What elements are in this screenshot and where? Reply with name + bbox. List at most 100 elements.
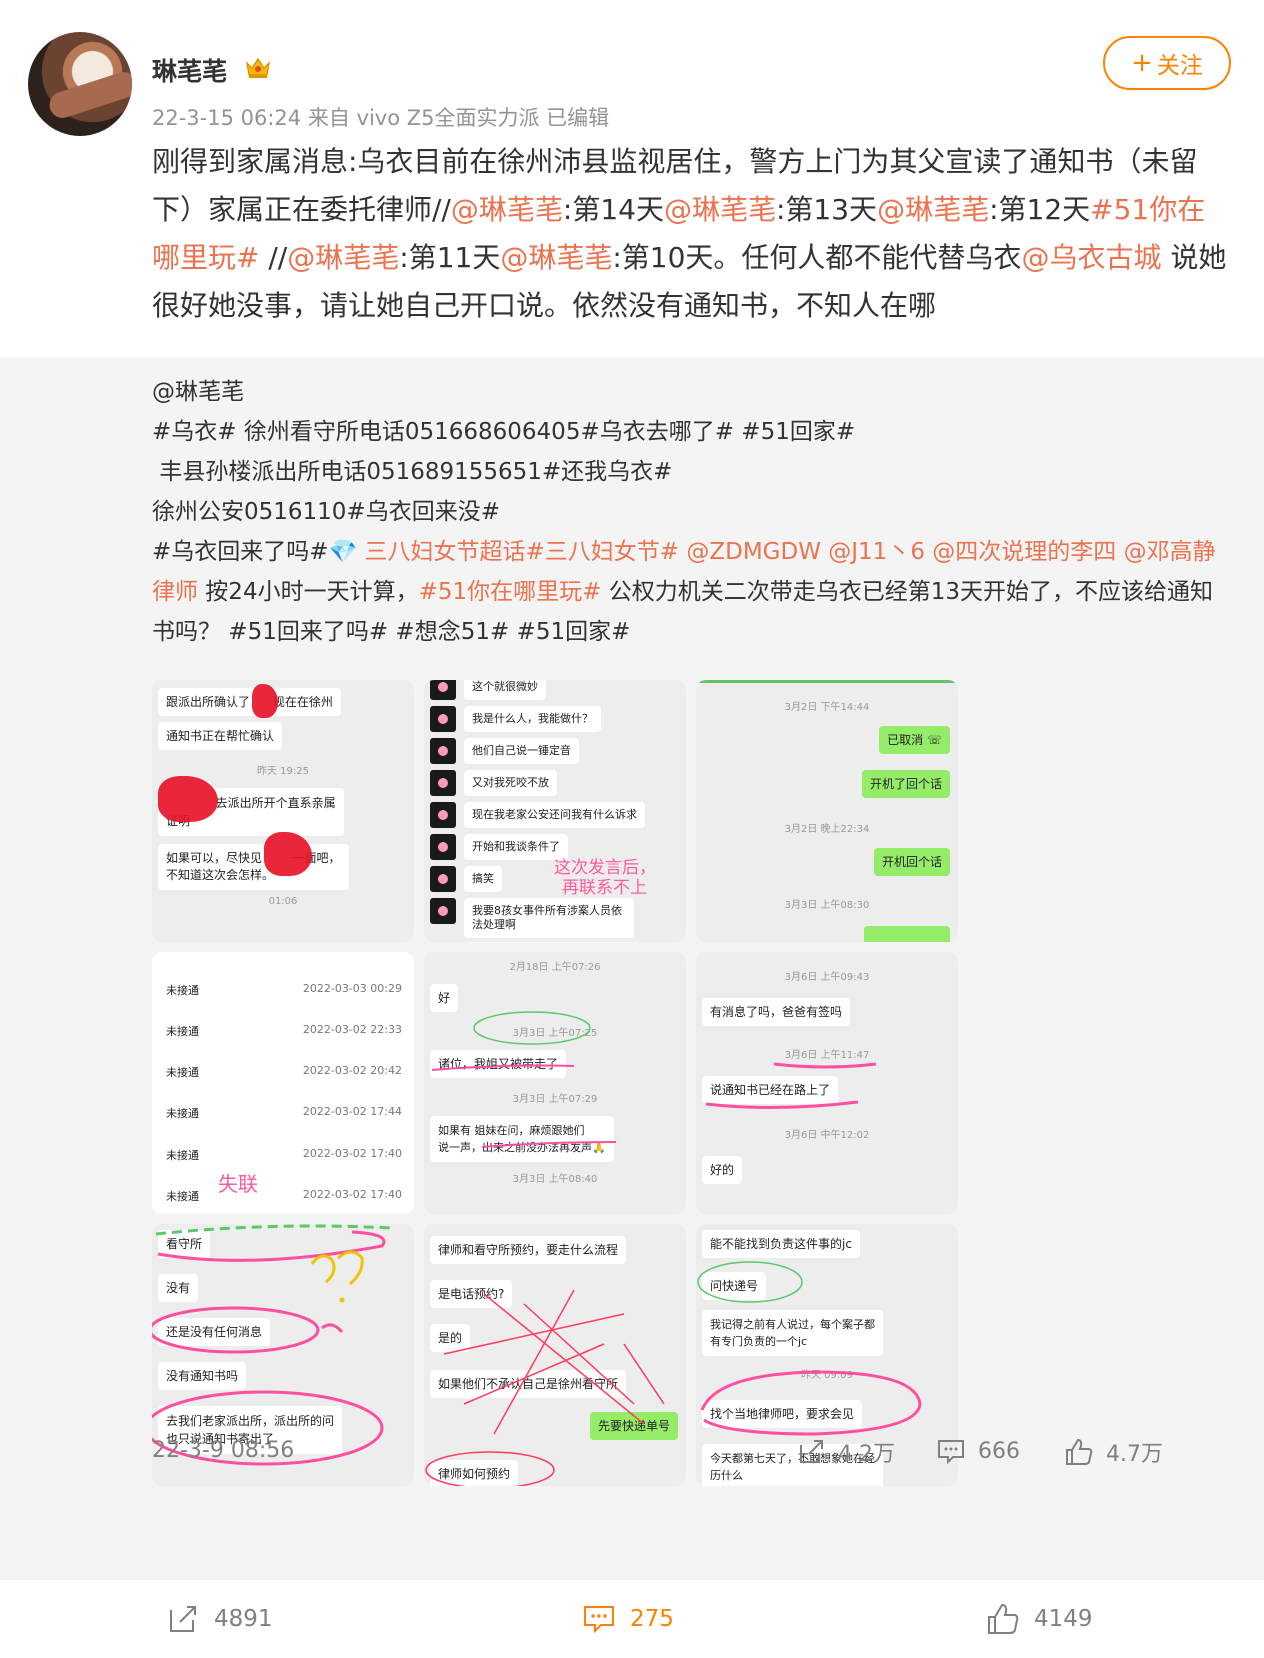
chat-bubble: 好的 bbox=[702, 1156, 743, 1184]
image-thumbnail-5[interactable]: 2月18日 上午07:26 好 3月3日 上午07:25 诸位，我姐又被带走了 … bbox=[424, 952, 686, 1214]
redaction-mark bbox=[158, 776, 218, 822]
chat-bubble: 有消息了吗，爸爸有签吗 bbox=[702, 998, 851, 1026]
chat-bubble: 律师和看守所预约，要走什么流程 bbox=[430, 1236, 627, 1264]
chat-bubble: 如果他们不承认自己是徐州看守所 bbox=[430, 1370, 627, 1398]
call-record-row: 未接通 2022-03-02 17:40 bbox=[166, 1147, 402, 1162]
repost-like-count[interactable]: 4.7万 bbox=[1064, 1436, 1163, 1468]
chat-bubble: 又对我死咬不放 bbox=[464, 770, 557, 796]
avatar bbox=[430, 706, 456, 732]
chat-bubble: 说通知书已经在路上了 bbox=[702, 1076, 839, 1104]
chat-bubble: 这个就很微妙 bbox=[464, 680, 546, 700]
repost-footer: 22-3-9 08:56 4.2万 666 4.7万 bbox=[152, 1430, 1232, 1470]
text-segment: // bbox=[259, 241, 288, 274]
link-mention[interactable]: @J11丶6 bbox=[828, 539, 925, 565]
chat-bubble: 找个当地律师吧，要求会见 bbox=[702, 1400, 863, 1428]
timestamp: 3月2日 晚上22:34 bbox=[784, 824, 870, 835]
comment-icon bbox=[938, 1440, 964, 1465]
chat-bubble: 跟派出所确认了 现在在徐州 bbox=[158, 688, 341, 716]
timestamp: 3月6日 上午11:47 bbox=[784, 1050, 870, 1061]
repost-line-3: 徐州公安0516110#乌衣回来没# bbox=[152, 499, 500, 525]
chat-bubble: 如果有 姐妹在问，麻烦跟她们 说一声，出来之前没办法再发声🙏 bbox=[430, 1116, 614, 1162]
username[interactable]: 琳芼芼 bbox=[152, 52, 227, 88]
chat-bubble: 已取消 ☏ bbox=[879, 726, 950, 754]
avatar bbox=[430, 866, 456, 892]
chat-bubble: 开机了回个话 bbox=[861, 770, 950, 798]
link-mention[interactable]: @四次说理的李四 bbox=[932, 539, 1116, 565]
image-thumbnail-6[interactable]: 3月6日 上午09:43 有消息了吗，爸爸有签吗 3月6日 上午11:47 说通… bbox=[696, 952, 958, 1214]
timestamp: 3月3日 上午08:30 bbox=[784, 900, 870, 911]
call-record-row: 未接通 2022-03-02 17:44 bbox=[166, 1105, 402, 1120]
chat-bubble: 是电话预约? bbox=[430, 1280, 513, 1308]
edited-label: 已编辑 bbox=[546, 106, 610, 130]
repost-author[interactable]: @琳芼芼 bbox=[152, 379, 244, 405]
chat-bubble: 开机回个话 bbox=[873, 848, 950, 876]
call-record-row: 未接通 2022-03-02 20:42 bbox=[166, 1064, 402, 1079]
timestamp: 3月3日 上午07:25 bbox=[512, 1028, 598, 1039]
timestamp: 3月6日 中午12:02 bbox=[784, 1130, 870, 1141]
share-icon bbox=[800, 1440, 823, 1463]
link-mention[interactable]: @琳芼芼 bbox=[451, 193, 563, 226]
repost-time[interactable]: 22-3-9 08:56 bbox=[152, 1438, 294, 1463]
image-thumbnail-1[interactable]: 跟派出所确认了 现在在徐州 通知书正在帮忙确认 昨天 19:25 去派出所开个直… bbox=[152, 680, 414, 942]
link-mention[interactable]: #三八妇女节# bbox=[526, 539, 680, 565]
avatar bbox=[430, 834, 456, 860]
timestamp: 3月6日 上午09:43 bbox=[784, 972, 870, 983]
image-thumbnail-2[interactable]: 这个就很微妙 我是什么人，我能做什？ 他们自己说一锤定音 又对我死咬不放 现在我… bbox=[424, 680, 686, 942]
repost-line-4: #乌衣回来了吗#💎 三八妇女节超话#三八妇女节# @ZDMGDW @J11丶6 … bbox=[152, 532, 1232, 652]
repost-button[interactable]: 4891 bbox=[166, 1602, 273, 1636]
link-mention[interactable]: 💎 三八妇女节超话 bbox=[329, 539, 526, 565]
comment-button[interactable]: 275 bbox=[582, 1602, 674, 1636]
repost-line-1: #乌衣# 徐州看守所电话051668606405#乌衣去哪了# #51回家# bbox=[152, 419, 856, 445]
link-mention[interactable]: @琳芼芼 bbox=[287, 241, 399, 274]
avatar bbox=[430, 680, 456, 700]
link-mention[interactable]: @琳芼芼 bbox=[877, 193, 989, 226]
call-record-row: 未接通 2022-03-02 17:40 bbox=[166, 1188, 402, 1203]
chat-bubble: 没有 bbox=[158, 1274, 199, 1302]
redaction-mark bbox=[264, 832, 312, 876]
post-source: 来自 vivo Z5全面实力派 bbox=[307, 106, 540, 130]
thumbs-up-icon bbox=[988, 1603, 1019, 1634]
post-text: 刚得到家属消息:乌衣目前在徐州沛县监视居住，警方上门为其父宣读了通知书（未留下）… bbox=[152, 138, 1232, 330]
comment-icon bbox=[584, 1606, 614, 1634]
image-grid: 跟派出所确认了 现在在徐州 通知书正在帮忙确认 昨天 19:25 去派出所开个直… bbox=[152, 680, 960, 1492]
image-thumbnail-4[interactable]: 未接通 2022-03-03 00:29 未接通 2022-03-02 22:33 … bbox=[152, 952, 414, 1214]
like-button[interactable]: 4149 bbox=[986, 1602, 1093, 1636]
chat-bubble: 没有通知书吗 bbox=[158, 1362, 247, 1390]
chat-bubble: 开始和我谈条件了 bbox=[464, 834, 568, 860]
chat-bubble: 通知书正在帮忙确认 bbox=[158, 722, 283, 750]
link-mention[interactable]: #51你在哪里玩# bbox=[419, 579, 602, 605]
image-thumbnail-3[interactable]: 3月2日 下午14:44 已取消 ☏ 开机了回个话 3月2日 晚上22:34 开… bbox=[696, 680, 958, 942]
timestamp: 昨天 19:25 bbox=[257, 766, 309, 777]
chat-bubble: 如果可以，尽快见 一面吧， 不知道这次会怎样。 bbox=[158, 844, 349, 890]
plus-icon: + bbox=[1131, 48, 1153, 78]
repost-repost-count[interactable]: 4.2万 bbox=[796, 1436, 895, 1468]
follow-label: 关注 bbox=[1156, 53, 1203, 79]
chat-bubble: 现在我老家公安还问我有什么诉求 bbox=[464, 802, 645, 828]
repost-comment-count[interactable]: 666 bbox=[936, 1436, 1020, 1466]
chat-bubble: 我是什么人，我能做什？ bbox=[464, 706, 601, 732]
handwritten-note: 这次发言后， bbox=[554, 858, 656, 878]
link-mention[interactable]: @ZDMGDW bbox=[686, 539, 821, 565]
repost-line-2: 丰县孙楼派出所电话051689155651#还我乌衣# bbox=[152, 459, 673, 485]
repost-block: @琳芼芼 #乌衣# 徐州看守所电话051668606405#乌衣去哪了# #51… bbox=[0, 358, 1264, 1580]
handwritten-note: 再联系不上 bbox=[562, 878, 647, 898]
chat-bubble: 他们自己说一锤定音 bbox=[464, 738, 579, 764]
chat-bubble: 诸位，我姐又被带走了 bbox=[430, 1050, 567, 1078]
link-mention[interactable]: @乌衣古城 bbox=[1021, 241, 1161, 274]
avatar bbox=[430, 770, 456, 796]
handwritten-note: 失联 bbox=[218, 1172, 258, 1196]
text-segment: :第14天 bbox=[562, 193, 664, 226]
text-segment: :第13天 bbox=[775, 193, 878, 226]
post-time[interactable]: 22-3-15 06:24 bbox=[152, 106, 301, 130]
link-mention[interactable]: @琳芼芼 bbox=[664, 193, 776, 226]
link-mention[interactable]: @琳芼芼 bbox=[500, 241, 612, 274]
avatar[interactable] bbox=[28, 32, 132, 136]
avatar bbox=[430, 802, 456, 828]
like-count: 4149 bbox=[1034, 1606, 1093, 1632]
chat-bubble: 我要8孩女事件所有涉案人员依法处理啊 bbox=[464, 898, 634, 938]
follow-button[interactable]: + 关注 bbox=[1103, 36, 1231, 90]
timestamp: 3月3日 上午08:40 bbox=[512, 1174, 598, 1185]
timestamp: 昨天 09:09 bbox=[801, 1370, 853, 1381]
comment-count: 275 bbox=[630, 1606, 674, 1632]
call-record-row: 未接通 2022-03-02 22:33 bbox=[166, 1023, 402, 1038]
